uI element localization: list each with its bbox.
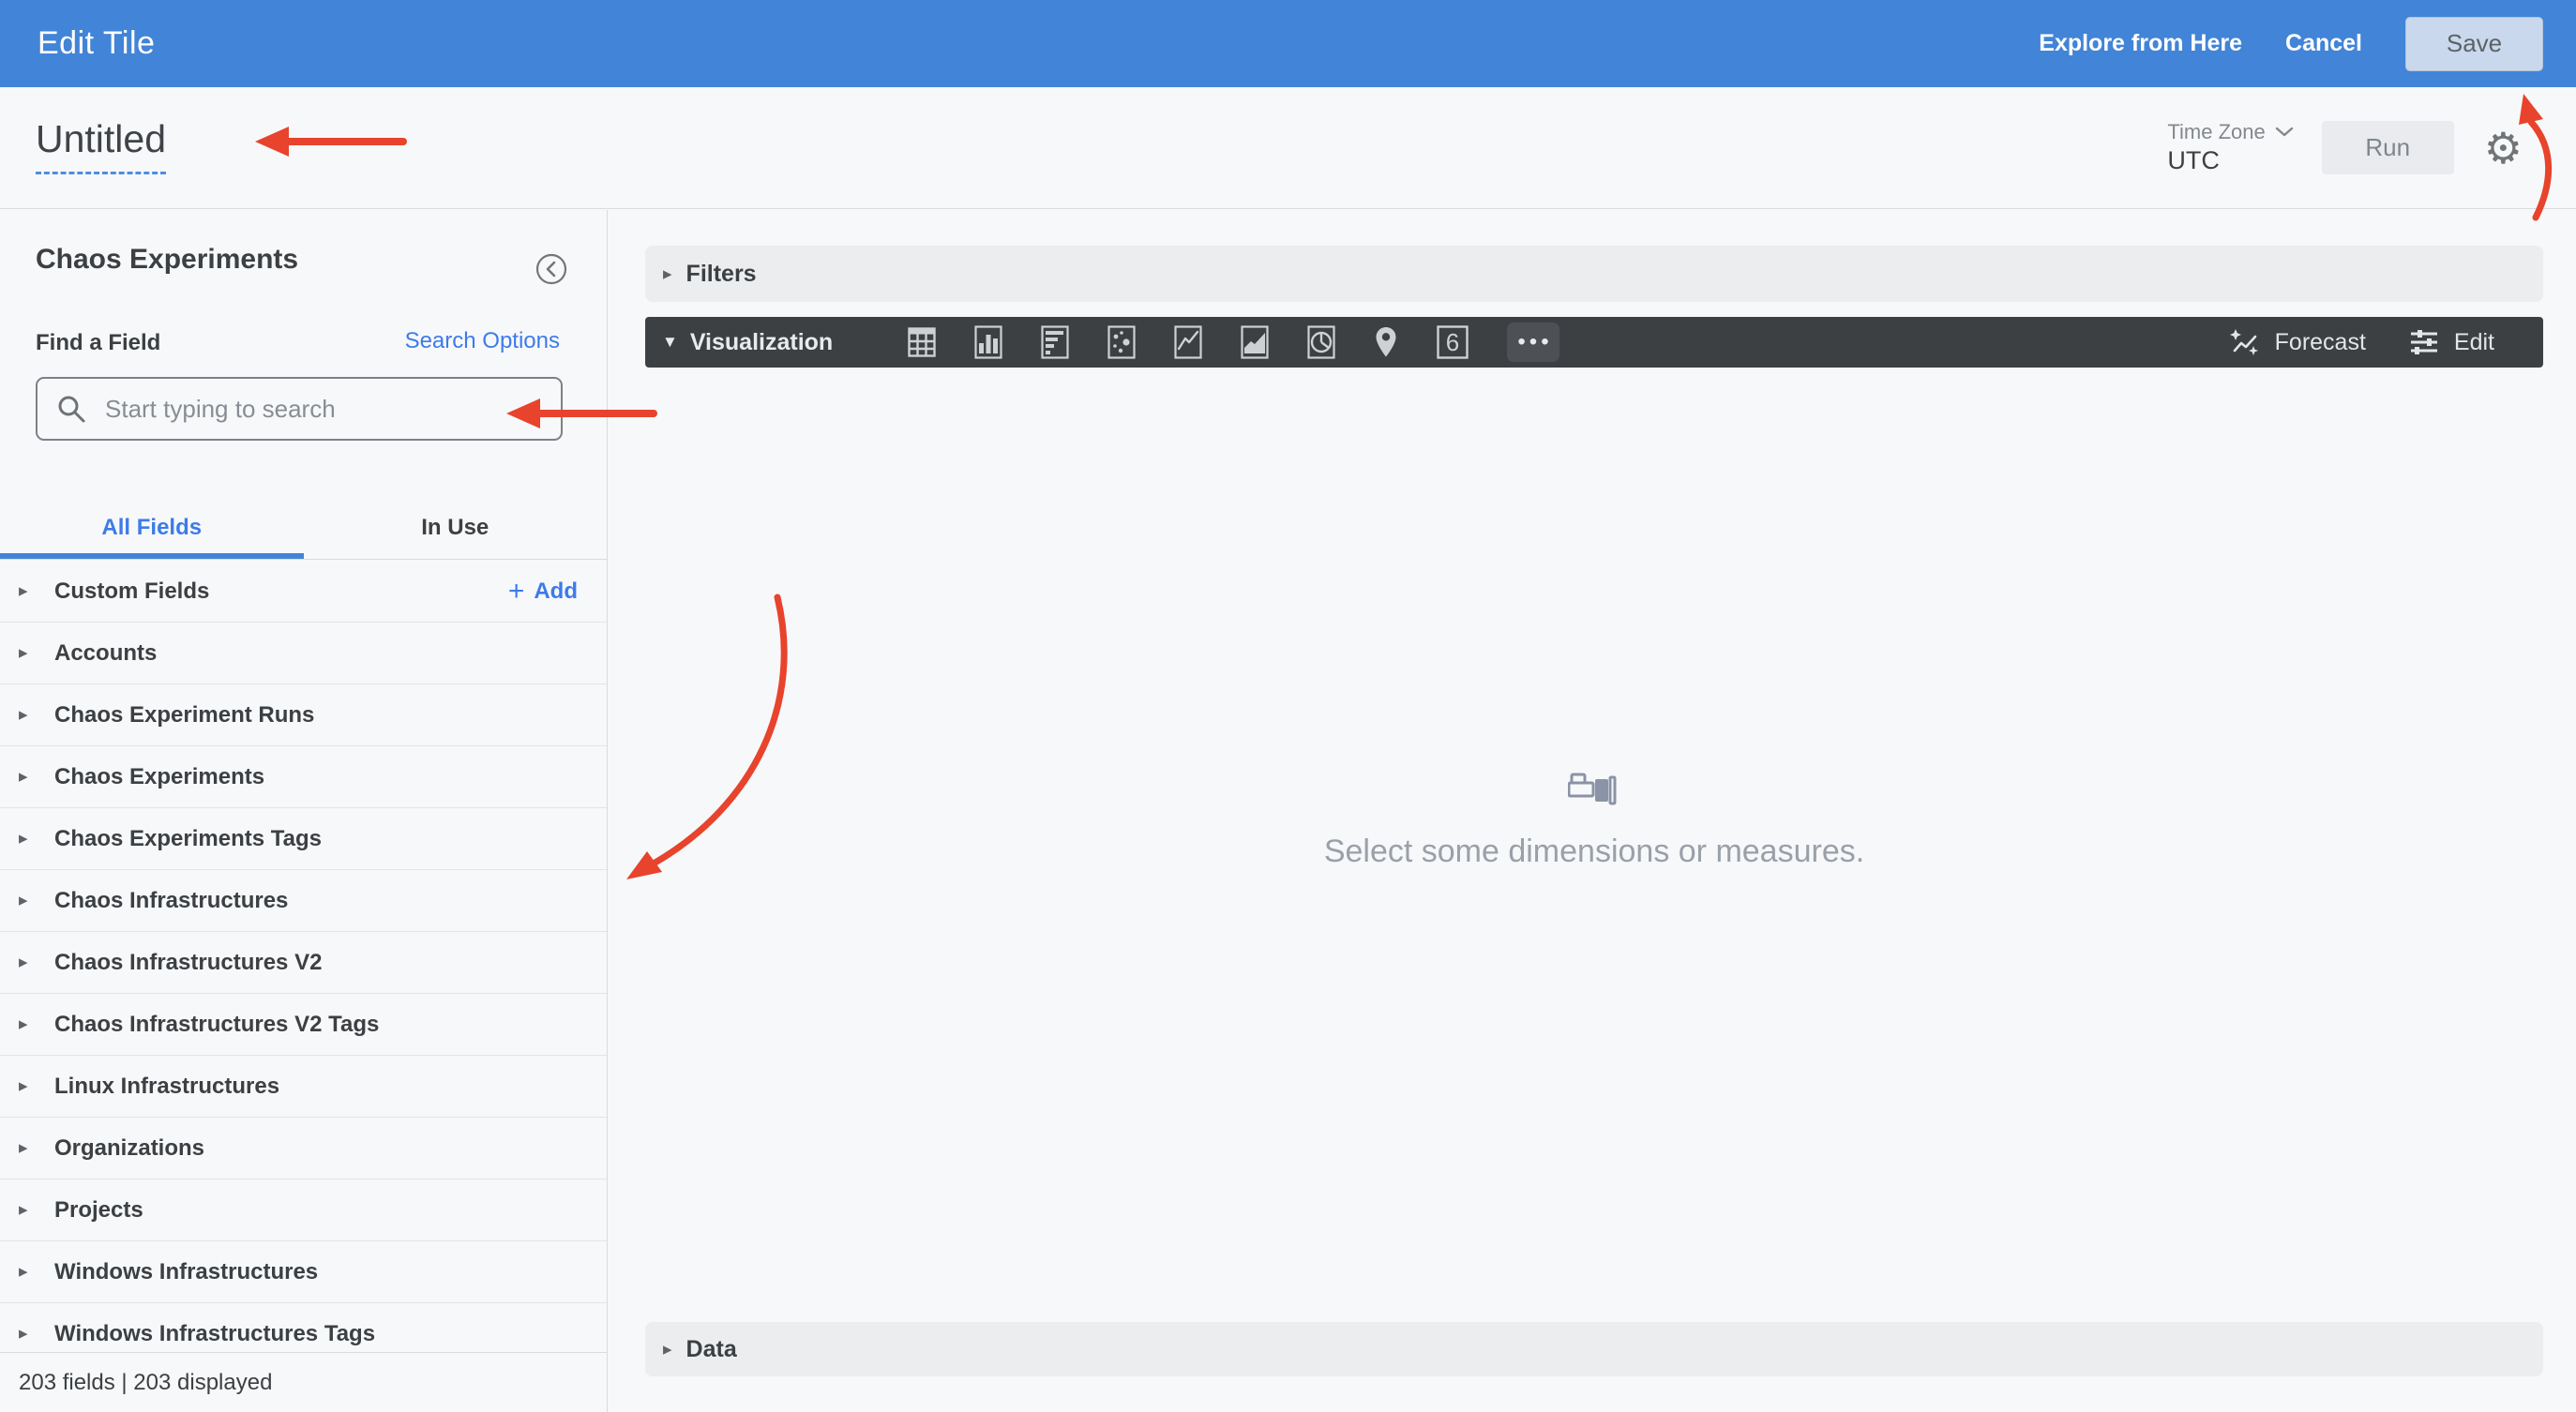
field-group-row[interactable]: ▸ Chaos Experiments bbox=[0, 746, 607, 808]
save-button[interactable]: Save bbox=[2405, 16, 2543, 71]
expand-triangle-icon: ▸ bbox=[19, 953, 28, 972]
data-panel-header[interactable]: ▸ Data bbox=[645, 1322, 2543, 1376]
field-group-row[interactable]: ▸ Windows Infrastructures bbox=[0, 1241, 607, 1303]
search-options-link[interactable]: Search Options bbox=[405, 328, 560, 354]
viz-empty-state: Select some dimensions or measures. bbox=[645, 773, 2543, 870]
explore-from-here-link[interactable]: Explore from Here bbox=[2039, 30, 2242, 57]
collapse-sidebar-button[interactable] bbox=[535, 253, 567, 285]
dialog-title: Edit Tile bbox=[38, 25, 156, 61]
edit-viz-button[interactable]: Edit bbox=[2409, 329, 2494, 356]
expand-triangle-icon: ▸ bbox=[19, 891, 28, 910]
find-a-field-label: Find a Field bbox=[36, 330, 161, 355]
sliders-icon bbox=[2410, 330, 2437, 354]
caret-down-icon[interactable]: ▼ bbox=[662, 333, 678, 352]
timezone-label: Time Zone bbox=[2167, 119, 2266, 143]
field-group-row[interactable]: ▸ Chaos Experiments Tags bbox=[0, 808, 607, 870]
field-count-status: 203 fields | 203 displayed bbox=[0, 1352, 607, 1412]
viz-right-actions: Forecast Edit bbox=[2228, 328, 2543, 356]
field-group-list: ▸ Custom Fields + Add ▸ Accounts ▸ Chaos E… bbox=[0, 561, 607, 1412]
bar-chart-viz-icon[interactable] bbox=[1041, 325, 1069, 359]
dialog-header-actions: Explore from Here Cancel Save bbox=[2039, 16, 2543, 71]
explore-main: ▸ Filters ▼ Visualization 6 ••• Forecast… bbox=[609, 210, 2576, 1412]
plus-icon: + bbox=[507, 575, 525, 607]
search-icon bbox=[58, 396, 85, 423]
expand-triangle-icon: ▸ bbox=[19, 1200, 28, 1220]
chevron-left-circle-icon bbox=[535, 253, 567, 285]
single-value-viz-icon[interactable]: 6 bbox=[1437, 325, 1469, 359]
field-group-row[interactable]: ▸ Accounts bbox=[0, 623, 607, 684]
expand-triangle-icon: ▸ bbox=[19, 643, 28, 663]
flashlight-icon bbox=[645, 773, 2543, 811]
table-viz-icon[interactable] bbox=[908, 325, 936, 359]
explore-name-title: Chaos Experiments bbox=[36, 244, 299, 275]
visualization-panel-label[interactable]: Visualization bbox=[690, 329, 833, 356]
expand-triangle-icon: ▸ bbox=[19, 1138, 28, 1158]
area-chart-viz-icon[interactable] bbox=[1241, 325, 1269, 359]
field-group-row[interactable]: ▸ Chaos Infrastructures V2 Tags bbox=[0, 994, 607, 1056]
expand-triangle-icon: ▸ bbox=[663, 1339, 672, 1359]
field-search-input[interactable] bbox=[103, 393, 546, 425]
field-group-row[interactable]: ▸ Chaos Infrastructures V2 bbox=[0, 932, 607, 994]
add-custom-field-button[interactable]: + Add bbox=[508, 576, 607, 608]
visualization-bar: ▼ Visualization 6 ••• Forecast Edit bbox=[645, 317, 2543, 368]
gear-icon[interactable]: ⚙ bbox=[2484, 127, 2523, 170]
tile-title-field[interactable]: Untitled bbox=[36, 117, 167, 174]
map-pin-viz-icon[interactable] bbox=[1374, 325, 1398, 359]
line-chart-viz-icon[interactable] bbox=[1174, 325, 1202, 359]
tab-all-fields[interactable]: All Fields bbox=[0, 498, 304, 559]
edit-tile-dialog: Edit Tile Explore from Here Cancel Save … bbox=[0, 0, 2576, 1412]
expand-triangle-icon: ▸ bbox=[19, 767, 28, 787]
expand-triangle-icon: ▸ bbox=[19, 829, 28, 849]
field-group-row[interactable]: ▸ Organizations bbox=[0, 1118, 607, 1179]
field-picker-sidebar: Chaos Experiments Find a Field Search Op… bbox=[0, 210, 608, 1412]
svg-text:6: 6 bbox=[1446, 328, 1459, 356]
field-group-row[interactable]: ▸ Projects bbox=[0, 1179, 607, 1241]
timezone-value: UTC bbox=[2167, 145, 2220, 174]
expand-triangle-icon: ▸ bbox=[19, 1262, 28, 1282]
explore-toolbar: Untitled Time Zone UTC Run ⚙ bbox=[0, 87, 2576, 209]
forecast-button[interactable]: Forecast bbox=[2228, 328, 2366, 356]
toolbar-right-actions: Time Zone UTC Run ⚙ bbox=[2167, 87, 2523, 208]
field-group-row[interactable]: ▸ Chaos Infrastructures bbox=[0, 870, 607, 932]
chevron-down-icon bbox=[2275, 127, 2293, 136]
cancel-button[interactable]: Cancel bbox=[2285, 30, 2362, 57]
field-tabs: All Fields In Use bbox=[0, 498, 607, 560]
pie-chart-viz-icon[interactable] bbox=[1307, 325, 1335, 359]
expand-triangle-icon: ▸ bbox=[19, 1014, 28, 1034]
field-group-row-custom-fields[interactable]: ▸ Custom Fields + Add bbox=[0, 561, 607, 623]
run-button[interactable]: Run bbox=[2321, 121, 2454, 174]
expand-triangle-icon: ▸ bbox=[663, 263, 672, 284]
tab-in-use[interactable]: In Use bbox=[304, 498, 608, 559]
timezone-selector[interactable]: Time Zone UTC bbox=[2167, 119, 2293, 175]
expand-triangle-icon: ▸ bbox=[19, 1076, 28, 1096]
column-chart-viz-icon[interactable] bbox=[974, 325, 1002, 359]
field-group-row[interactable]: ▸ Chaos Experiment Runs bbox=[0, 684, 607, 746]
field-group-row[interactable]: ▸ Linux Infrastructures bbox=[0, 1056, 607, 1118]
ellipsis-icon: ••• bbox=[1517, 329, 1553, 354]
expand-triangle-icon: ▸ bbox=[19, 581, 28, 601]
filters-panel-header[interactable]: ▸ Filters bbox=[645, 246, 2543, 302]
expand-triangle-icon: ▸ bbox=[19, 705, 28, 725]
expand-triangle-icon: ▸ bbox=[19, 1324, 28, 1344]
more-viz-types-button[interactable]: ••• bbox=[1507, 323, 1559, 362]
field-search-box bbox=[36, 377, 563, 441]
empty-state-message: Select some dimensions or measures. bbox=[1323, 834, 1865, 869]
scatter-viz-icon[interactable] bbox=[1107, 325, 1136, 359]
dialog-header: Edit Tile Explore from Here Cancel Save bbox=[0, 0, 2576, 87]
viz-type-switcher: 6 ••• bbox=[908, 317, 1559, 368]
forecast-sparkle-icon bbox=[2229, 329, 2258, 355]
